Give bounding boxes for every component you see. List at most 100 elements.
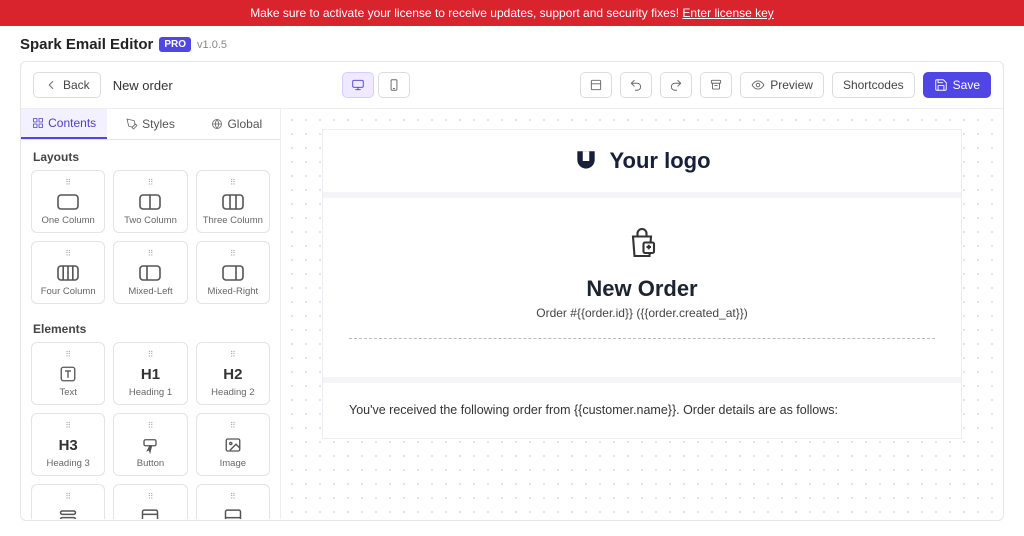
mobile-view-button[interactable]	[378, 72, 410, 98]
email-body[interactable]: Your logo New Order Order #{{order.id}} …	[322, 129, 962, 439]
layout-mixed-left[interactable]: ⠿ Mixed-Left	[113, 241, 187, 304]
divider-line	[349, 338, 935, 339]
section-layouts-title: Layouts	[21, 140, 280, 170]
sidebar-scroll[interactable]: Layouts ⠿ One Column ⠿ Two Column ⠿	[21, 140, 280, 519]
image-icon	[224, 436, 242, 454]
element-text[interactable]: ⠿ Text	[31, 342, 105, 405]
element-divider[interactable]: ⠿ Divider	[31, 484, 105, 519]
layout-two-column[interactable]: ⠿ Two Column	[113, 170, 187, 233]
drag-handle-icon: ⠿	[201, 422, 265, 430]
tab-contents[interactable]: Contents	[21, 109, 107, 139]
banner-message: Make sure to activate your license to re…	[250, 6, 679, 20]
drag-handle-icon: ⠿	[201, 493, 265, 501]
sidebar-tabs: Contents Styles Global	[21, 109, 280, 140]
order-subhead: Order #{{order.id}} ({{order.created_at}…	[339, 306, 945, 320]
element-image[interactable]: ⠿ Image	[196, 413, 270, 476]
layout-one-column[interactable]: ⠿ One Column	[31, 170, 105, 233]
element-heading-3[interactable]: ⠿ H3 Heading 3	[31, 413, 105, 476]
footer-icon	[223, 508, 243, 519]
heading-block[interactable]: New Order Order #{{order.id}} ({{order.c…	[323, 198, 961, 383]
shortcodes-button[interactable]: Shortcodes	[832, 72, 915, 98]
drag-handle-icon: ⠿	[36, 422, 100, 430]
preview-button[interactable]: Preview	[740, 72, 824, 98]
h3-icon: H3	[36, 434, 100, 456]
enter-license-link[interactable]: Enter license key	[682, 6, 773, 20]
tab-styles[interactable]: Styles	[107, 109, 193, 139]
content-area: Contents Styles Global Layouts ⠿	[21, 109, 1003, 519]
logo-text: Your logo	[609, 148, 710, 174]
logo-icon	[573, 148, 599, 174]
tab-global[interactable]: Global	[194, 109, 280, 139]
drag-handle-icon: ⠿	[118, 351, 182, 359]
one-column-icon	[57, 194, 79, 210]
drag-handle-icon: ⠿	[118, 422, 182, 430]
drag-handle-icon: ⠿	[201, 250, 265, 258]
chevron-left-icon	[44, 78, 58, 92]
header-icon	[140, 508, 160, 519]
element-header[interactable]: ⠿ Header	[113, 484, 187, 519]
drag-handle-icon: ⠿	[118, 250, 182, 258]
three-column-icon	[222, 194, 244, 210]
element-footer[interactable]: ⠿ Footer	[196, 484, 270, 519]
drag-handle-icon: ⠿	[118, 493, 182, 501]
shopping-bag-icon	[624, 226, 660, 262]
drag-handle-icon: ⠿	[201, 351, 265, 359]
four-column-icon	[57, 265, 79, 281]
editor-frame: Back New order Preview	[20, 61, 1004, 521]
logo-block[interactable]: Your logo	[323, 130, 961, 198]
grid-icon	[32, 117, 44, 129]
save-icon	[934, 78, 948, 92]
app-version: v1.0.5	[197, 39, 227, 51]
layout-three-column[interactable]: ⠿ Three Column	[196, 170, 270, 233]
smartphone-icon	[387, 78, 401, 92]
globe-icon	[211, 118, 223, 130]
title-bar: Spark Email Editor PRO v1.0.5	[0, 26, 1024, 61]
mixed-right-icon	[222, 265, 244, 281]
drag-handle-icon: ⠿	[36, 351, 100, 359]
sidebar: Contents Styles Global Layouts ⠿	[21, 109, 281, 519]
drag-handle-icon: ⠿	[201, 179, 265, 187]
device-toggle	[342, 72, 410, 98]
reset-button[interactable]	[700, 72, 732, 98]
layout-four-column[interactable]: ⠿ Four Column	[31, 241, 105, 304]
layout-icon	[589, 78, 603, 92]
redo-button[interactable]	[660, 72, 692, 98]
archive-icon	[709, 78, 723, 92]
redo-icon	[669, 78, 683, 92]
order-body-text: You've received the following order from…	[339, 397, 945, 424]
drag-handle-icon: ⠿	[36, 179, 100, 187]
license-banner: Make sure to activate your license to re…	[0, 0, 1024, 26]
back-button[interactable]: Back	[33, 72, 101, 98]
save-button[interactable]: Save	[923, 72, 991, 98]
element-heading-1[interactable]: ⠿ H1 Heading 1	[113, 342, 187, 405]
element-heading-2[interactable]: ⠿ H2 Heading 2	[196, 342, 270, 405]
mixed-left-icon	[139, 265, 161, 281]
text-icon	[59, 365, 77, 383]
layout-mixed-right[interactable]: ⠿ Mixed-Right	[196, 241, 270, 304]
elements-grid: ⠿ Text ⠿ H1 Heading 1 ⠿ H2 Heading 2	[21, 342, 280, 519]
section-elements-title: Elements	[21, 312, 280, 342]
monitor-icon	[351, 78, 365, 92]
button-icon	[141, 436, 159, 454]
toolbar: Back New order Preview	[21, 62, 1003, 109]
document-title: New order	[113, 78, 173, 93]
undo-icon	[629, 78, 643, 92]
h1-icon: H1	[118, 363, 182, 385]
desktop-view-button[interactable]	[342, 72, 374, 98]
brush-icon	[126, 118, 138, 130]
order-heading: New Order	[339, 276, 945, 302]
app-name: Spark Email Editor	[20, 36, 153, 53]
drag-handle-icon: ⠿	[36, 250, 100, 258]
text-block[interactable]: You've received the following order from…	[323, 383, 961, 438]
two-column-icon	[139, 194, 161, 210]
layouts-grid: ⠿ One Column ⠿ Two Column ⠿ Three Column	[21, 170, 280, 312]
templates-button[interactable]	[580, 72, 612, 98]
drag-handle-icon: ⠿	[36, 493, 100, 501]
element-button[interactable]: ⠿ Button	[113, 413, 187, 476]
divider-icon	[58, 508, 78, 519]
email-wrap: Your logo New Order Order #{{order.id}} …	[322, 129, 962, 439]
canvas[interactable]: Your logo New Order Order #{{order.id}} …	[281, 109, 1003, 519]
pro-badge: PRO	[159, 37, 191, 52]
undo-button[interactable]	[620, 72, 652, 98]
eye-icon	[751, 78, 765, 92]
